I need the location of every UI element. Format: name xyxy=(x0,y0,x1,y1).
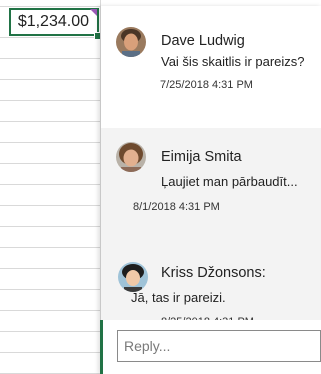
comment-author: Kriss Džonsons: xyxy=(161,265,266,281)
selected-cell[interactable]: $1,234.00 xyxy=(9,8,99,36)
comment-timestamp: 7/25/2018 4:31 PM xyxy=(160,79,253,91)
comment-text: Vai šis skaitlis ir pareizs? xyxy=(161,54,305,69)
comment-text: Ļaujiet man pārbaudīt... xyxy=(161,174,298,189)
comment-author: Dave Ludwig xyxy=(161,33,245,49)
comment-thread-item[interactable]: Dave Ludwig Vai šis skaitlis ir pareizs?… xyxy=(101,6,321,129)
comment-timestamp: 8/1/2018 4:31 PM xyxy=(133,201,220,213)
reply-box xyxy=(100,320,321,374)
comment-thread-item[interactable]: Eimija Smita Ļaujiet man pārbaudīt... 8/… xyxy=(101,128,321,251)
reply-input[interactable] xyxy=(117,330,321,362)
avatar xyxy=(116,27,146,57)
avatar xyxy=(118,262,148,292)
comment-text: Jā, tas ir pareizi. xyxy=(131,290,226,305)
comments-pane: Dave Ludwig Vai šis skaitlis ir pareizs?… xyxy=(100,6,321,374)
comment-indicator-icon[interactable] xyxy=(90,9,97,16)
comment-author: Eimija Smita xyxy=(161,149,242,165)
avatar xyxy=(116,142,146,172)
